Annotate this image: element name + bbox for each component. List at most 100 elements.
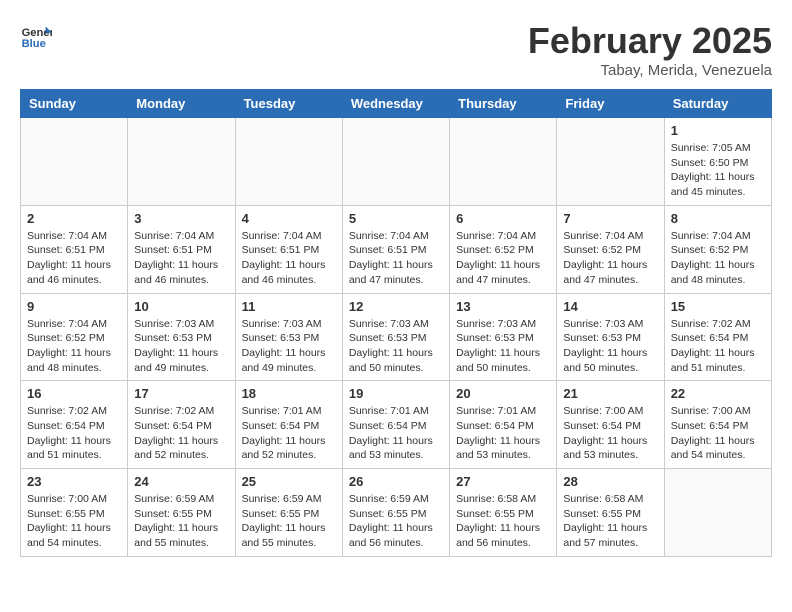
- day-number: 9: [27, 299, 121, 314]
- calendar-cell: 15 Sunrise: 7:02 AM Sunset: 6:54 PM Dayli…: [664, 293, 771, 381]
- day-info: Sunrise: 7:03 AM Sunset: 6:53 PM Dayligh…: [563, 317, 657, 376]
- day-info: Sunrise: 7:03 AM Sunset: 6:53 PM Dayligh…: [242, 317, 336, 376]
- day-number: 2: [27, 211, 121, 226]
- calendar-cell: 4 Sunrise: 7:04 AM Sunset: 6:51 PM Daylig…: [235, 205, 342, 293]
- calendar-cell: 19 Sunrise: 7:01 AM Sunset: 6:54 PM Dayli…: [342, 381, 449, 469]
- day-number: 18: [242, 386, 336, 401]
- day-number: 12: [349, 299, 443, 314]
- day-info: Sunrise: 7:04 AM Sunset: 6:51 PM Dayligh…: [134, 229, 228, 288]
- page-header: General Blue February 2025 Tabay, Merida…: [20, 20, 772, 79]
- calendar-cell: 14 Sunrise: 7:03 AM Sunset: 6:53 PM Dayli…: [557, 293, 664, 381]
- day-number: 20: [456, 386, 550, 401]
- day-number: 4: [242, 211, 336, 226]
- day-info: Sunrise: 7:05 AM Sunset: 6:50 PM Dayligh…: [671, 141, 765, 200]
- day-number: 17: [134, 386, 228, 401]
- calendar-cell: 5Sunrise: 7:04 AM Sunset: 6:51 PM Daylig…: [342, 205, 449, 293]
- calendar-cell: 25 Sunrise: 6:59 AM Sunset: 6:55 PM Dayli…: [235, 469, 342, 557]
- day-info: Sunrise: 7:04 AM Sunset: 6:52 PM Dayligh…: [563, 229, 657, 288]
- calendar-cell: [128, 118, 235, 206]
- day-info: Sunrise: 6:59 AM Sunset: 6:55 PM Dayligh…: [242, 492, 336, 551]
- day-info: Sunrise: 7:00 AM Sunset: 6:54 PM Dayligh…: [563, 404, 657, 463]
- calendar-cell: 9 Sunrise: 7:04 AM Sunset: 6:52 PM Daylig…: [21, 293, 128, 381]
- logo-icon: General Blue: [20, 20, 52, 52]
- day-number: 7: [563, 211, 657, 226]
- day-number: 27: [456, 474, 550, 489]
- weekday-header-saturday: Saturday: [664, 90, 771, 118]
- calendar-cell: 6 Sunrise: 7:04 AM Sunset: 6:52 PM Daylig…: [450, 205, 557, 293]
- day-info: Sunrise: 7:01 AM Sunset: 6:54 PM Dayligh…: [349, 404, 443, 463]
- day-info: Sunrise: 7:03 AM Sunset: 6:53 PM Dayligh…: [349, 317, 443, 376]
- title-section: February 2025 Tabay, Merida, Venezuela: [528, 20, 772, 79]
- calendar-cell: 26 Sunrise: 6:59 AM Sunset: 6:55 PM Dayli…: [342, 469, 449, 557]
- day-number: 22: [671, 386, 765, 401]
- calendar-cell: [664, 469, 771, 557]
- day-info: Sunrise: 7:02 AM Sunset: 6:54 PM Dayligh…: [134, 404, 228, 463]
- day-info: Sunrise: 6:58 AM Sunset: 6:55 PM Dayligh…: [456, 492, 550, 551]
- calendar-cell: 18 Sunrise: 7:01 AM Sunset: 6:54 PM Dayli…: [235, 381, 342, 469]
- month-title: February 2025: [528, 20, 772, 62]
- calendar-cell: 24 Sunrise: 6:59 AM Sunset: 6:55 PM Dayli…: [128, 469, 235, 557]
- day-number: 24: [134, 474, 228, 489]
- day-info: Sunrise: 7:04 AM Sunset: 6:52 PM Dayligh…: [27, 317, 121, 376]
- calendar-cell: 10Sunrise: 7:03 AM Sunset: 6:53 PM Dayli…: [128, 293, 235, 381]
- calendar-week-4: 16 Sunrise: 7:02 AM Sunset: 6:54 PM Dayli…: [21, 381, 772, 469]
- day-number: 3: [134, 211, 228, 226]
- calendar-table: SundayMondayTuesdayWednesdayThursdayFrid…: [20, 89, 772, 557]
- logo: General Blue: [20, 20, 52, 52]
- day-info: Sunrise: 6:58 AM Sunset: 6:55 PM Dayligh…: [563, 492, 657, 551]
- calendar-cell: 2Sunrise: 7:04 AM Sunset: 6:51 PM Daylig…: [21, 205, 128, 293]
- weekday-header-row: SundayMondayTuesdayWednesdayThursdayFrid…: [21, 90, 772, 118]
- calendar-cell: 22Sunrise: 7:00 AM Sunset: 6:54 PM Dayli…: [664, 381, 771, 469]
- calendar-cell: [21, 118, 128, 206]
- calendar-cell: 8Sunrise: 7:04 AM Sunset: 6:52 PM Daylig…: [664, 205, 771, 293]
- day-info: Sunrise: 7:04 AM Sunset: 6:51 PM Dayligh…: [242, 229, 336, 288]
- calendar-cell: 17 Sunrise: 7:02 AM Sunset: 6:54 PM Dayli…: [128, 381, 235, 469]
- calendar-cell: 27 Sunrise: 6:58 AM Sunset: 6:55 PM Dayli…: [450, 469, 557, 557]
- day-number: 26: [349, 474, 443, 489]
- calendar-cell: [450, 118, 557, 206]
- calendar-cell: 16 Sunrise: 7:02 AM Sunset: 6:54 PM Dayli…: [21, 381, 128, 469]
- day-info: Sunrise: 7:00 AM Sunset: 6:55 PM Dayligh…: [27, 492, 121, 551]
- calendar-cell: 12 Sunrise: 7:03 AM Sunset: 6:53 PM Dayli…: [342, 293, 449, 381]
- calendar-week-5: 23 Sunrise: 7:00 AM Sunset: 6:55 PM Dayli…: [21, 469, 772, 557]
- day-info: Sunrise: 7:02 AM Sunset: 6:54 PM Dayligh…: [671, 317, 765, 376]
- weekday-header-tuesday: Tuesday: [235, 90, 342, 118]
- svg-text:Blue: Blue: [22, 38, 46, 50]
- calendar-cell: [235, 118, 342, 206]
- day-info: Sunrise: 7:04 AM Sunset: 6:51 PM Dayligh…: [349, 229, 443, 288]
- day-number: 25: [242, 474, 336, 489]
- calendar-cell: 1 Sunrise: 7:05 AM Sunset: 6:50 PM Daylig…: [664, 118, 771, 206]
- calendar-cell: 11Sunrise: 7:03 AM Sunset: 6:53 PM Dayli…: [235, 293, 342, 381]
- weekday-header-wednesday: Wednesday: [342, 90, 449, 118]
- weekday-header-monday: Monday: [128, 90, 235, 118]
- weekday-header-friday: Friday: [557, 90, 664, 118]
- day-number: 19: [349, 386, 443, 401]
- day-number: 16: [27, 386, 121, 401]
- calendar-week-3: 9 Sunrise: 7:04 AM Sunset: 6:52 PM Daylig…: [21, 293, 772, 381]
- day-number: 6: [456, 211, 550, 226]
- day-info: Sunrise: 6:59 AM Sunset: 6:55 PM Dayligh…: [349, 492, 443, 551]
- calendar-cell: 3 Sunrise: 7:04 AM Sunset: 6:51 PM Daylig…: [128, 205, 235, 293]
- calendar-week-2: 2 Sunrise: 7:04 AM Sunset: 6:51 PM Daylig…: [21, 205, 772, 293]
- day-number: 28: [563, 474, 657, 489]
- day-info: Sunrise: 7:03 AM Sunset: 6:53 PM Dayligh…: [456, 317, 550, 376]
- calendar-cell: [342, 118, 449, 206]
- day-number: 15: [671, 299, 765, 314]
- calendar-week-1: 1 Sunrise: 7:05 AM Sunset: 6:50 PM Daylig…: [21, 118, 772, 206]
- day-number: 21: [563, 386, 657, 401]
- day-number: 14: [563, 299, 657, 314]
- calendar-cell: 7 Sunrise: 7:04 AM Sunset: 6:52 PM Daylig…: [557, 205, 664, 293]
- location: Tabay, Merida, Venezuela: [528, 62, 772, 79]
- day-info: Sunrise: 7:01 AM Sunset: 6:54 PM Dayligh…: [456, 404, 550, 463]
- calendar-cell: 23 Sunrise: 7:00 AM Sunset: 6:55 PM Dayli…: [21, 469, 128, 557]
- weekday-header-sunday: Sunday: [21, 90, 128, 118]
- day-number: 13: [456, 299, 550, 314]
- day-number: 23: [27, 474, 121, 489]
- day-info: Sunrise: 6:59 AM Sunset: 6:55 PM Dayligh…: [134, 492, 228, 551]
- day-info: Sunrise: 7:02 AM Sunset: 6:54 PM Dayligh…: [27, 404, 121, 463]
- day-info: Sunrise: 7:04 AM Sunset: 6:52 PM Dayligh…: [456, 229, 550, 288]
- day-number: 1: [671, 123, 765, 138]
- calendar-cell: 21 Sunrise: 7:00 AM Sunset: 6:54 PM Dayli…: [557, 381, 664, 469]
- calendar-cell: 20 Sunrise: 7:01 AM Sunset: 6:54 PM Dayli…: [450, 381, 557, 469]
- day-info: Sunrise: 7:01 AM Sunset: 6:54 PM Dayligh…: [242, 404, 336, 463]
